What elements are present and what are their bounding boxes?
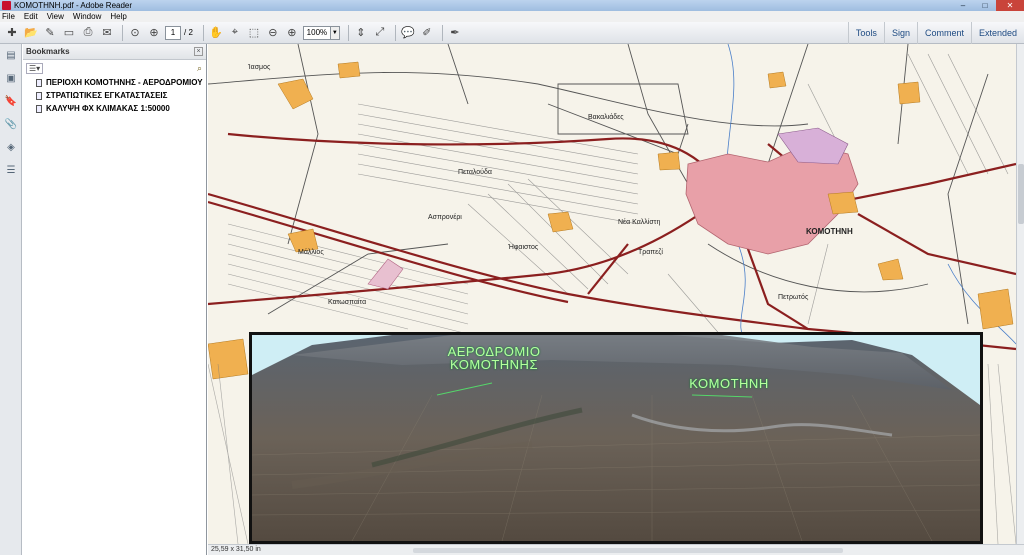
map-label: Ασπρονέρι — [428, 214, 462, 221]
map-label: Βακαλιάδες — [588, 114, 624, 121]
menu-view[interactable]: View — [47, 12, 64, 21]
close-panel-icon[interactable]: × — [194, 47, 203, 56]
bookmark-label: ΚΑΛΥΨΗ ΦΧ ΚΛΙΜΑΚΑΣ 1:50000 — [46, 104, 170, 113]
bookmark-label: ΠΕΡΙΟΧΗ ΚΟΜΟΤΗΝΗΣ - ΑΕΡΟΔΡΟΜΙΟΥ — [46, 78, 203, 87]
menu-help[interactable]: Help — [110, 12, 126, 21]
menu-file[interactable]: File — [2, 12, 15, 21]
satellite-image: ΑΕΡΟΔΡΟΜΙΟ ΚΟΜΟΤΗΝΗΣ ΚΟΜΟΤΗΝΗ — [249, 332, 983, 544]
save-icon[interactable]: ▭ — [61, 25, 77, 41]
hand-tool-icon[interactable]: ✋ — [208, 25, 224, 41]
zoom-in-icon[interactable]: ⊕ — [284, 25, 300, 41]
scrollbar-thumb[interactable] — [1018, 164, 1024, 224]
map-label: Μάλλιος — [298, 249, 324, 256]
navigation-rail: ▤ ▣ 🔖 📎 ◈ ☰ — [0, 44, 22, 555]
airport-label: ΑΕΡΟΔΡΟΜΙΟ ΚΟΜΟΤΗΝΗΣ — [447, 344, 541, 372]
layers-icon[interactable]: ◈ — [4, 140, 18, 154]
attachments-icon[interactable]: 📎 — [4, 117, 18, 131]
select-tool-icon[interactable]: ⌖ — [227, 25, 243, 41]
full-screen-icon[interactable]: ⤢ — [372, 25, 388, 41]
bookmarks-header: Bookmarks × — [23, 44, 206, 60]
options-menu-icon[interactable]: ☰▾ — [26, 62, 44, 74]
map-label: Κατωσπαίτα — [328, 299, 367, 306]
zoom-dropdown-icon[interactable]: ▼ — [330, 25, 340, 40]
sign-tool-icon[interactable]: ✒ — [447, 25, 463, 41]
bookmark-doc-icon — [36, 104, 42, 113]
map-label: Ίασμος — [248, 64, 271, 71]
highlight-icon[interactable]: ✐ — [419, 25, 435, 41]
page-number-input[interactable]: 1 — [165, 25, 181, 40]
map-label: Πεταλούδα — [458, 169, 492, 176]
print-icon[interactable]: ⎙ — [80, 25, 96, 41]
bookmark-doc-icon — [36, 78, 42, 87]
bookmarks-toolbar: ☰▾ ⌕ — [23, 60, 206, 76]
marquee-zoom-icon[interactable]: ⬚ — [246, 25, 262, 41]
bookmark-item[interactable]: ΚΑΛΥΨΗ ΦΧ ΚΛΙΜΑΚΑΣ 1:50000 — [23, 102, 206, 115]
map-label: Πετρωτός — [778, 294, 809, 301]
map-label: Ήφαιστος — [508, 244, 539, 251]
map-label: Τραπεζί — [638, 249, 663, 256]
email-icon[interactable]: ✉ — [99, 25, 115, 41]
title-bar: ΚΟΜΟΤΗΝΗ.pdf - Adobe Reader – □ ✕ — [0, 0, 1024, 11]
tab-comment[interactable]: Comment — [916, 22, 971, 44]
horizontal-scrollbar[interactable] — [413, 548, 843, 553]
page-size: 25,59 x 31,50 in — [211, 546, 261, 553]
maximize-button[interactable]: □ — [974, 0, 996, 11]
bookmarks-title: Bookmarks — [26, 47, 70, 56]
bookmarks-icon[interactable]: 🔖 — [4, 94, 18, 108]
find-bookmark-icon[interactable]: ⌕ — [197, 63, 202, 74]
toolbar: ✚ 📂 ✎ ▭ ⎙ ✉ ⊙ ⊕ 1 / 2 ✋ ⌖ ⬚ ⊖ ⊕ 100% ▼ ⇕… — [0, 22, 1024, 44]
minimize-button[interactable]: – — [952, 0, 974, 11]
page-total: / 2 — [184, 28, 193, 37]
adobe-reader-icon — [2, 1, 11, 10]
edit-icon[interactable]: ✎ — [42, 25, 58, 41]
window-controls: – □ ✕ — [952, 0, 1024, 11]
tab-tools[interactable]: Tools — [847, 22, 884, 44]
menu-edit[interactable]: Edit — [24, 12, 38, 21]
tab-extended[interactable]: Extended — [970, 22, 1024, 44]
create-pdf-icon[interactable]: ✚ — [4, 25, 20, 41]
comment-icon[interactable]: 💬 — [400, 25, 416, 41]
previous-page-icon[interactable]: ⊙ — [127, 25, 143, 41]
close-button[interactable]: ✕ — [996, 0, 1024, 11]
thumbnails-icon[interactable]: ▣ — [4, 71, 18, 85]
menu-bar: File Edit View Window Help — [0, 11, 1024, 22]
zoom-input[interactable]: 100% — [302, 25, 331, 40]
content-icon[interactable]: ☰ — [4, 163, 18, 177]
city-label: ΚΟΜΟΤΗΝΗ — [689, 376, 769, 391]
window-title: ΚΟΜΟΤΗΝΗ.pdf - Adobe Reader — [14, 1, 133, 10]
fit-page-icon[interactable]: ⇕ — [353, 25, 369, 41]
satellite-terrain — [252, 335, 980, 541]
map-city-label: ΚΟΜΟΤΗΝΗ — [806, 227, 853, 236]
task-panes: Tools Sign Comment Extended — [847, 22, 1024, 44]
map-label: Νέα Καλλίστη — [618, 219, 661, 226]
bookmark-doc-icon — [36, 91, 42, 100]
menu-window[interactable]: Window — [73, 12, 101, 21]
next-page-icon[interactable]: ⊕ — [146, 25, 162, 41]
tab-sign[interactable]: Sign — [883, 22, 917, 44]
pages-icon[interactable]: ▤ — [4, 48, 18, 62]
open-folder-icon[interactable]: 📂 — [23, 25, 39, 41]
zoom-out-icon[interactable]: ⊖ — [265, 25, 281, 41]
status-bar: 25,59 x 31,50 in — [208, 544, 1024, 555]
bookmarks-panel: Bookmarks × ☰▾ ⌕ ΠΕΡΙΟΧΗ ΚΟΜΟΤΗΝΗΣ - ΑΕΡ… — [23, 44, 207, 555]
document-view[interactable]: Ασπρονέρι Πεταλούδα Νέα Καλλίστη Βακαλιά… — [208, 44, 1016, 544]
bookmark-label: ΣΤΡΑΤΙΩΤΙΚΕΣ ΕΓΚΑΤΑΣΤΑΣΕΙΣ — [46, 91, 168, 100]
bookmark-item[interactable]: ΣΤΡΑΤΙΩΤΙΚΕΣ ΕΓΚΑΤΑΣΤΑΣΕΙΣ — [23, 89, 206, 102]
bookmark-item[interactable]: ΠΕΡΙΟΧΗ ΚΟΜΟΤΗΝΗΣ - ΑΕΡΟΔΡΟΜΙΟΥ — [23, 76, 206, 89]
vertical-scrollbar[interactable] — [1016, 44, 1024, 544]
